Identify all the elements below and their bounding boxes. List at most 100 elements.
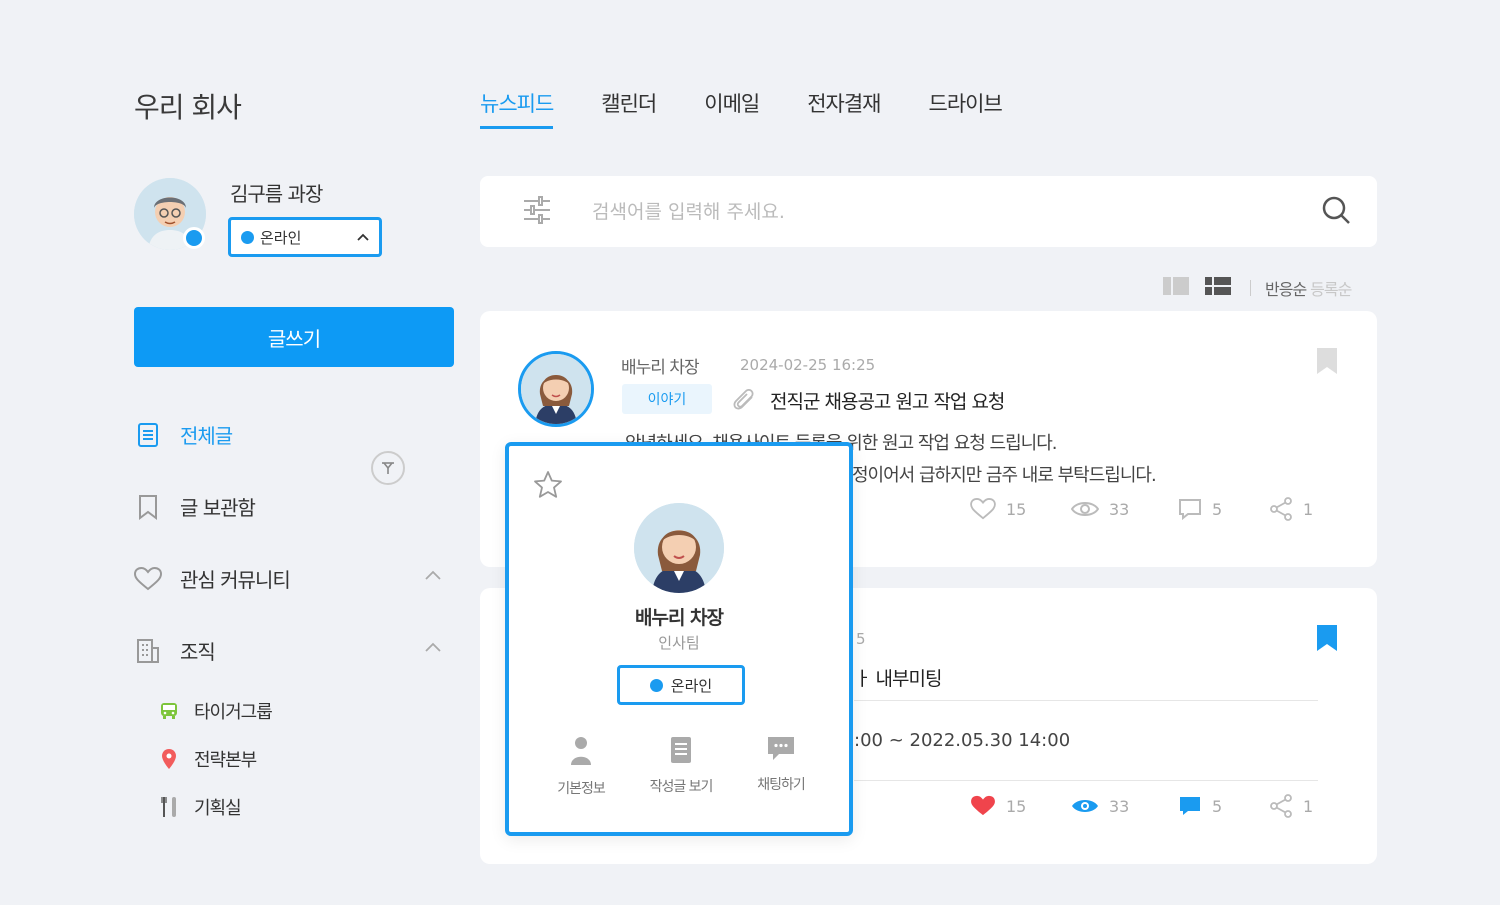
status-dot-icon (241, 230, 254, 244)
comment-button[interactable]: 5 (1178, 795, 1222, 817)
tab-drive[interactable]: 드라이브 (929, 88, 1003, 129)
sidebar-item-archive[interactable]: 글 보관함 (134, 492, 256, 521)
sidebar-item-label: 전체글 (180, 424, 233, 448)
sidebar-item-favorite-community[interactable]: 관심 커뮤니티 (134, 564, 291, 593)
view-count: 33 (1109, 796, 1130, 816)
action-label: 기본정보 (557, 781, 606, 797)
like-count: 15 (1006, 796, 1027, 816)
popup-status-text: 온라인 (670, 676, 713, 695)
chevron-up-icon[interactable] (425, 640, 441, 656)
heart-icon (134, 565, 162, 593)
sidebar-item-label: 조직 (180, 640, 216, 664)
post-title[interactable]: ㅏ 내부미팅 (854, 664, 942, 691)
chevron-up-icon (357, 230, 369, 244)
action-label: 작성글 보기 (649, 779, 714, 795)
comment-count: 5 (1212, 796, 1223, 816)
sidebar-item-label: 관심 커뮤니티 (180, 568, 291, 592)
author-avatar[interactable] (518, 351, 594, 427)
status-value: 온라인 (260, 228, 302, 247)
search-icon[interactable] (1321, 195, 1351, 229)
card-view-icon[interactable] (1162, 276, 1190, 300)
like-count: 15 (1006, 499, 1027, 519)
org-item-strategy[interactable]: 전략본부 (158, 746, 257, 772)
comment-filled-icon (1180, 797, 1200, 815)
view-count: 33 (1109, 499, 1130, 519)
filter-button[interactable] (371, 451, 405, 485)
share-icon (1270, 794, 1292, 818)
post-category-tag[interactable]: 이야기 (622, 384, 712, 414)
map-pin-icon (158, 748, 180, 770)
list-view-icon[interactable] (1204, 276, 1232, 300)
divider (854, 700, 1318, 701)
attachment-icon (732, 388, 758, 415)
eye-filled-icon (1072, 800, 1098, 812)
bookmark-icon[interactable] (1316, 624, 1338, 656)
post-body-line: 정이어서 급하지만 금주 내로 부탁드립니다. (852, 465, 1157, 486)
sidebar-item-organization[interactable]: 조직 (134, 636, 216, 665)
event-time-range: :00 ~ 2022.05.30 14:00 (854, 730, 1071, 751)
search-bar (480, 176, 1377, 247)
org-item-label: 전략본부 (194, 750, 257, 771)
status-dot-icon (649, 678, 663, 692)
share-button[interactable]: 1 (1269, 497, 1313, 521)
share-count: 1 (1303, 499, 1314, 519)
like-button[interactable]: 15 (970, 795, 1026, 817)
like-button[interactable]: 15 (970, 498, 1026, 520)
heart-icon (970, 498, 996, 520)
profile-popup: 배누리 차장 인사팀 온라인 기본정보 작성글 보기 채팅하기 (505, 442, 853, 836)
popup-status-badge[interactable]: 온라인 (617, 665, 745, 705)
divider (854, 780, 1318, 781)
company-title: 우리 회사 (134, 91, 242, 124)
org-item-tiger-group[interactable]: 타이거그룹 (158, 698, 273, 724)
eye-icon (1071, 502, 1099, 516)
comment-button[interactable]: 5 (1178, 498, 1222, 520)
view-toolbar: 반응순 등록순 (1162, 276, 1352, 300)
bus-icon (158, 700, 180, 722)
share-button[interactable]: 1 (1269, 794, 1313, 818)
bookmark-icon[interactable] (1316, 347, 1338, 379)
view-count-button: 33 (1071, 796, 1129, 816)
org-item-label: 타이거그룹 (194, 702, 273, 723)
post-timestamp: 5 (856, 630, 866, 648)
comment-icon (1179, 499, 1201, 520)
share-count: 1 (1303, 796, 1314, 816)
tab-newsfeed[interactable]: 뉴스피드 (480, 88, 554, 129)
write-button[interactable]: 글쓰기 (134, 307, 454, 367)
bookmark-icon (134, 493, 162, 521)
tab-calendar[interactable]: 캘린더 (601, 88, 657, 129)
basic-info-button[interactable]: 기본정보 (531, 736, 631, 798)
org-item-planning[interactable]: 기획실 (158, 794, 242, 820)
top-navigation: 뉴스피드 캘린더 이메일 전자결재 드라이브 (480, 88, 1050, 129)
sidebar-item-label: 글 보관함 (180, 496, 256, 520)
sort-by-reaction[interactable]: 반응순 (1265, 276, 1307, 300)
document-icon (671, 737, 691, 763)
chat-icon (768, 737, 794, 760)
post-title[interactable]: 전직군 채용공고 원고 작업 요청 (770, 387, 1005, 414)
filter-icon (382, 462, 394, 474)
user-name: 김구름 과장 (230, 182, 323, 206)
popup-department: 인사팀 (658, 634, 700, 652)
online-indicator (183, 227, 205, 249)
chevron-up-icon[interactable] (425, 568, 441, 584)
tab-approval[interactable]: 전자결재 (807, 88, 881, 129)
search-input[interactable] (592, 200, 1321, 223)
divider (1250, 280, 1251, 296)
action-label: 채팅하기 (757, 777, 806, 793)
building-icon (134, 637, 162, 665)
tab-email[interactable]: 이메일 (704, 88, 760, 129)
sort-by-date[interactable]: 등록순 (1310, 276, 1352, 300)
post-author[interactable]: 배누리 차장 (621, 353, 700, 378)
status-dropdown[interactable]: 온라인 (228, 217, 382, 257)
org-item-label: 기획실 (194, 798, 242, 819)
utensils-icon (158, 796, 180, 818)
sidebar-item-all-posts[interactable]: 전체글 (134, 420, 233, 449)
post-timestamp: 2024-02-25 16:25 (740, 356, 876, 374)
star-icon[interactable] (533, 470, 563, 504)
chat-button[interactable]: 채팅하기 (731, 736, 831, 794)
sliders-icon[interactable] (522, 195, 552, 228)
view-posts-button[interactable]: 작성글 보기 (631, 736, 731, 796)
heart-filled-icon (971, 795, 995, 816)
popup-name: 배누리 차장 (634, 607, 724, 629)
comment-count: 5 (1212, 499, 1223, 519)
document-icon (134, 421, 162, 449)
